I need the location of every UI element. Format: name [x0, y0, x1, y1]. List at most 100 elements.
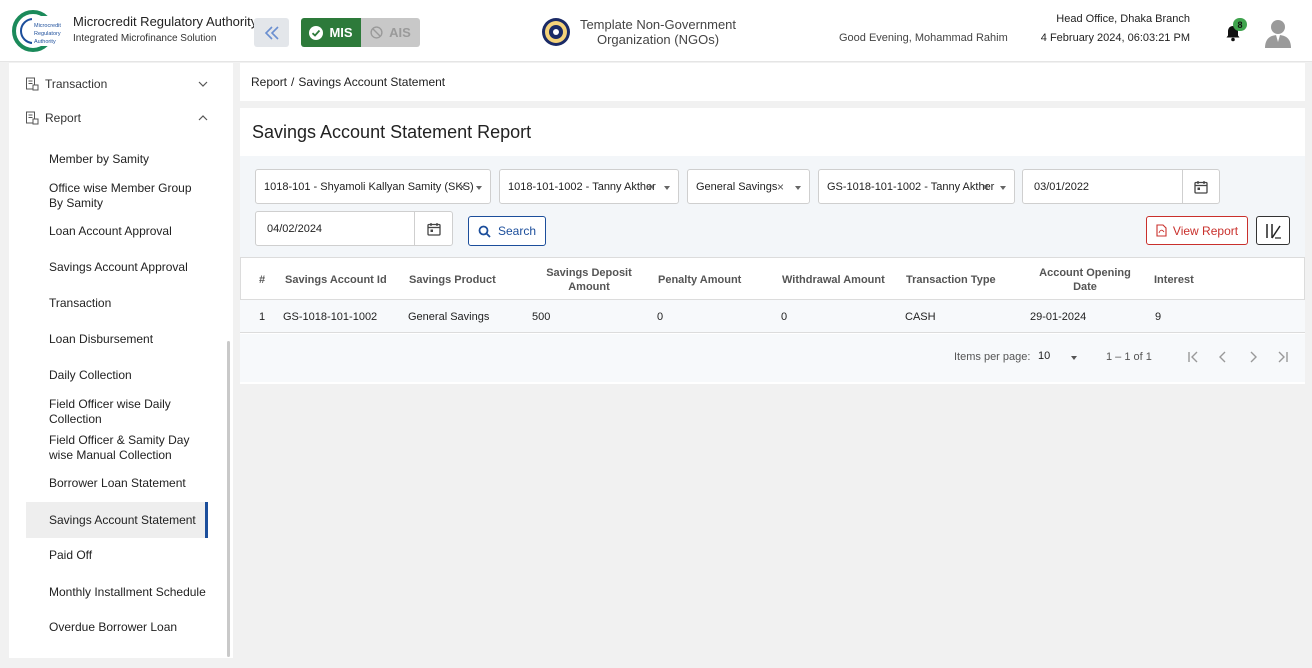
view-report-button[interactable]: View Report [1146, 216, 1248, 245]
government-seal-icon [542, 18, 570, 46]
current-datetime: 4 February 2024, 06:03:21 PM [1040, 32, 1190, 44]
clear-icon[interactable]: × [459, 180, 466, 194]
check-circle-icon [309, 25, 324, 40]
items-per-page-label: Items per page: [954, 351, 1031, 363]
breadcrumb-separator: / [291, 75, 295, 89]
sidebar-item-loan-account-approval[interactable]: Loan Account Approval [26, 220, 208, 242]
ban-icon [370, 26, 383, 39]
sidebar-item-savings-account-approval[interactable]: Savings Account Approval [26, 256, 208, 278]
sidebar-item-office-wise-member-group[interactable]: Office wise Member Group By Samity [26, 179, 208, 213]
clear-icon[interactable]: × [648, 180, 655, 194]
sidebar-item-field-officer-samity-day-collection[interactable]: Field Officer & Samity Day wise Manual C… [26, 431, 208, 465]
greeting-text: Good Evening, Mohammad Rahim [839, 32, 1008, 44]
member-select[interactable]: 1018-101-1002 - Tanny Akther × [499, 169, 679, 204]
sidebar-item-monthly-installment-schedule[interactable]: Monthly Installment Schedule [26, 575, 208, 609]
search-button-label: Search [497, 224, 537, 238]
report-card: Savings Account Statement Report 1018-10… [240, 108, 1305, 384]
table-row[interactable]: 1 GS-1018-101-1002 General Savings 500 0… [240, 300, 1305, 333]
column-header-interest: Interest [1154, 273, 1194, 286]
from-date-value: 03/01/2022 [1034, 180, 1090, 193]
cell-opening-date: 29-01-2024 [1030, 310, 1087, 323]
cell-deposit-amount: 500 [532, 310, 551, 323]
calendar-icon [1194, 180, 1208, 194]
sidebar-group-report[interactable]: Report [9, 102, 233, 134]
caret-down-icon [1071, 356, 1077, 360]
clear-icon[interactable]: × [982, 180, 989, 194]
breadcrumb: Report / Savings Account Statement [240, 63, 1305, 101]
sidebar: Transaction Report Member by Samity Offi… [9, 63, 233, 658]
next-page-button[interactable] [1244, 348, 1262, 366]
svg-text:Regulatory: Regulatory [34, 31, 61, 37]
sidebar-item-paid-off[interactable]: Paid Off [26, 544, 208, 566]
search-icon [478, 225, 491, 238]
ais-label: AIS [389, 25, 411, 40]
sidebar-group-label: Report [45, 111, 82, 125]
sidebar-item-transaction[interactable]: Transaction [26, 292, 208, 314]
paginator: Items per page: 10 1 – 1 of 1 [240, 334, 1305, 382]
column-header-withdrawal-amount: Withdrawal Amount [782, 273, 885, 286]
sidebar-item-loan-disbursement[interactable]: Loan Disbursement [26, 328, 208, 350]
pdf-file-icon [1156, 224, 1167, 237]
first-page-button[interactable] [1184, 348, 1202, 366]
caret-down-icon [476, 186, 482, 190]
clear-icon[interactable]: × [777, 180, 784, 194]
previous-page-button[interactable] [1214, 348, 1232, 366]
from-date-field[interactable]: 03/01/2022 [1022, 169, 1220, 204]
to-date-field[interactable]: 04/02/2024 [255, 211, 453, 246]
chevron-left-icon [1219, 351, 1226, 363]
table-header: # Savings Account Id Savings Product Sav… [240, 257, 1305, 300]
cell-transaction-type: CASH [905, 310, 936, 323]
sidebar-item-member-by-samity[interactable]: Member by Samity [26, 148, 208, 170]
savings-account-select[interactable]: GS-1018-101-1002 - Tanny Akther × [818, 169, 1015, 204]
org-title: Microcredit Regulatory Authority [73, 14, 258, 29]
last-page-button[interactable] [1274, 348, 1292, 366]
view-report-label: View Report [1172, 223, 1239, 238]
sidebar-item-daily-collection[interactable]: Daily Collection [26, 364, 208, 386]
sidebar-item-savings-account-statement[interactable]: Savings Account Statement [26, 502, 208, 538]
sidebar-scrollbar[interactable] [227, 341, 230, 657]
sidebar-group-transaction[interactable]: Transaction [9, 68, 233, 100]
from-date-calendar-button[interactable] [1182, 170, 1219, 203]
column-header-index: # [259, 273, 266, 286]
svg-text:Microcredit: Microcredit [34, 23, 61, 29]
mis-toggle-button[interactable]: MIS [301, 18, 361, 47]
ngo-name-line2: Organization (NGOs) [596, 32, 720, 47]
page-range-label: 1 – 1 of 1 [1106, 351, 1152, 363]
savings-account-value: GS-1018-101-1002 - Tanny Akther [827, 180, 995, 193]
column-header-product: Savings Product [409, 273, 496, 286]
sidebar-item-field-officer-daily-collection[interactable]: Field Officer wise Daily Collection [26, 395, 208, 429]
caret-down-icon [664, 186, 670, 190]
sidebar-item-borrower-loan-statement[interactable]: Borrower Loan Statement [26, 472, 208, 494]
mra-logo: Microcredit Regulatory Authority [12, 10, 66, 52]
caret-down-icon [795, 186, 801, 190]
cell-index: 1 [259, 310, 266, 323]
chevron-right-icon [1250, 351, 1257, 363]
ais-toggle-button[interactable]: AIS [361, 18, 420, 47]
cell-withdrawal-amount: 0 [781, 310, 788, 323]
collapse-sidebar-button[interactable] [254, 18, 289, 47]
savings-product-value: General Savings [696, 180, 778, 193]
search-button[interactable]: Search [468, 216, 546, 246]
branch-name: Head Office, Dhaka Branch [1056, 13, 1190, 25]
sidebar-group-label: Transaction [45, 77, 108, 91]
column-header-deposit-amount: Savings Deposit Amount [546, 266, 632, 293]
sidebar-item-overdue-borrower-loan[interactable]: Overdue Borrower Loan [26, 616, 208, 638]
svg-text:Authority: Authority [34, 39, 56, 45]
column-toggle-button[interactable] [1256, 216, 1290, 245]
chevron-up-icon [198, 115, 208, 121]
last-page-icon [1278, 351, 1288, 363]
cell-account-id: GS-1018-101-1002 [283, 310, 378, 323]
cell-penalty-amount: 0 [657, 310, 664, 323]
notification-count-badge: 8 [1233, 18, 1247, 31]
cell-product: General Savings [408, 310, 490, 323]
first-page-icon [1188, 351, 1198, 363]
breadcrumb-root[interactable]: Report [251, 75, 287, 89]
savings-product-select[interactable]: General Savings × [687, 169, 810, 204]
to-date-calendar-button[interactable] [414, 212, 452, 245]
page-title: Savings Account Statement Report [252, 122, 532, 142]
chevron-down-icon [198, 81, 208, 87]
user-avatar-icon[interactable] [1264, 18, 1292, 48]
cell-interest: 9 [1155, 310, 1162, 323]
document-icon [26, 111, 39, 125]
samity-select[interactable]: 1018-101 - Shyamoli Kallyan Samity (SKS)… [255, 169, 491, 204]
